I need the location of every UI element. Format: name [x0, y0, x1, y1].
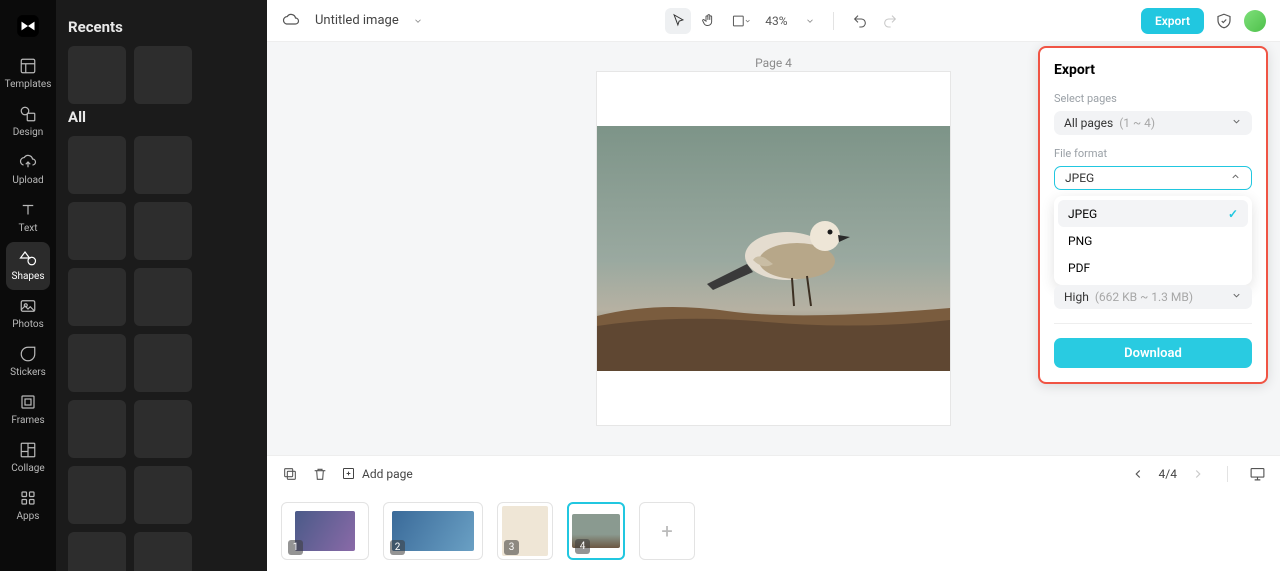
- duplicate-page-button[interactable]: [281, 465, 299, 483]
- export-title: Export: [1054, 62, 1252, 78]
- add-page-icon: [341, 466, 356, 481]
- shape-thumb[interactable]: [134, 268, 192, 326]
- format-option-pdf[interactable]: PDF: [1058, 254, 1248, 281]
- recent-thumb[interactable]: [68, 46, 126, 104]
- chevron-up-icon: [1230, 171, 1241, 185]
- page-thumb-4[interactable]: 4: [567, 502, 625, 560]
- delete-page-button[interactable]: [311, 465, 329, 483]
- cloud-sync-icon[interactable]: [281, 11, 301, 31]
- canvas-image[interactable]: [597, 126, 950, 371]
- resize-tool[interactable]: [731, 11, 751, 31]
- zoom-caret-icon[interactable]: [805, 11, 817, 30]
- rail-templates[interactable]: Templates: [6, 50, 50, 98]
- rail-collage[interactable]: Collage: [6, 434, 50, 482]
- select-tool[interactable]: [665, 8, 691, 34]
- shape-thumb[interactable]: [134, 136, 192, 194]
- user-avatar[interactable]: [1244, 10, 1266, 32]
- page-thumbnails: 1 2 3 4 +: [267, 491, 1280, 571]
- canvas[interactable]: Page 4: [267, 42, 1280, 455]
- rail-text[interactable]: Text: [6, 194, 50, 242]
- page-thumb-3[interactable]: 3: [497, 502, 553, 560]
- page-counter: 4/4: [1159, 467, 1177, 481]
- shape-thumb[interactable]: [134, 334, 192, 392]
- rail-frames[interactable]: Frames: [6, 386, 50, 434]
- add-page-button[interactable]: Add page: [341, 466, 413, 481]
- select-pages-label: Select pages: [1054, 92, 1252, 105]
- shape-thumb[interactable]: [134, 400, 192, 458]
- shape-thumb[interactable]: [68, 268, 126, 326]
- collage-icon: [18, 440, 38, 460]
- panel-all-title: All: [68, 108, 255, 126]
- nav-rail: Templates Design Upload Text Shapes Phot…: [0, 0, 56, 571]
- app-logo[interactable]: [14, 12, 42, 40]
- shape-thumb[interactable]: [68, 202, 126, 260]
- main-area: Untitled image 43% Export Page 4: [267, 0, 1280, 571]
- title-caret-icon[interactable]: [413, 11, 425, 30]
- shape-thumb[interactable]: [134, 466, 192, 524]
- shape-thumb[interactable]: [68, 334, 126, 392]
- photos-icon: [18, 296, 38, 316]
- recent-thumb[interactable]: [134, 46, 192, 104]
- apps-icon: [18, 488, 38, 508]
- shape-thumb[interactable]: [68, 532, 126, 571]
- file-format-label: File format: [1054, 147, 1252, 160]
- hand-tool[interactable]: [695, 8, 721, 34]
- frames-icon: [18, 392, 38, 412]
- chevron-down-icon: [1231, 290, 1242, 304]
- upload-icon: [18, 152, 38, 172]
- format-option-png[interactable]: PNG: [1058, 227, 1248, 254]
- export-button[interactable]: Export: [1141, 8, 1204, 34]
- panel-recents-title: Recents: [68, 18, 255, 36]
- page-label: Page 4: [755, 56, 792, 70]
- stickers-icon: [18, 344, 38, 364]
- chevron-down-icon: [1231, 116, 1242, 130]
- rail-upload[interactable]: Upload: [6, 146, 50, 194]
- shape-thumb[interactable]: [134, 202, 192, 260]
- document-title[interactable]: Untitled image: [315, 13, 399, 28]
- rail-design[interactable]: Design: [6, 98, 50, 146]
- next-page-button[interactable]: [1189, 465, 1207, 483]
- page-artboard[interactable]: [597, 72, 950, 425]
- redo-button[interactable]: [880, 11, 900, 31]
- shape-thumb[interactable]: [68, 136, 126, 194]
- rail-apps[interactable]: Apps: [6, 482, 50, 530]
- zoom-level[interactable]: 43%: [765, 14, 787, 28]
- rail-stickers[interactable]: Stickers: [6, 338, 50, 386]
- undo-button[interactable]: [850, 11, 870, 31]
- shape-thumb[interactable]: [68, 400, 126, 458]
- check-icon: ✓: [1228, 207, 1238, 221]
- shape-thumb[interactable]: [134, 532, 192, 571]
- shield-icon[interactable]: [1214, 11, 1234, 31]
- page-thumb-1[interactable]: 1: [281, 502, 369, 560]
- present-button[interactable]: [1248, 465, 1266, 483]
- rail-shapes[interactable]: Shapes: [6, 242, 50, 290]
- text-icon: [18, 200, 38, 220]
- shape-thumb[interactable]: [68, 466, 126, 524]
- file-format-options: JPEG✓ PNG PDF: [1054, 196, 1252, 285]
- templates-icon: [18, 56, 38, 76]
- page-thumb-2[interactable]: 2: [383, 502, 483, 560]
- quality-dropdown[interactable]: High (662 KB ~ 1.3 MB): [1054, 285, 1252, 309]
- format-option-jpeg[interactable]: JPEG✓: [1058, 200, 1248, 227]
- export-panel: Export Select pages All pages (1 ~ 4) Fi…: [1038, 46, 1268, 384]
- select-pages-dropdown[interactable]: All pages (1 ~ 4): [1054, 111, 1252, 135]
- shapes-panel: Recents All: [56, 0, 267, 571]
- prev-page-button[interactable]: [1129, 465, 1147, 483]
- design-icon: [18, 104, 38, 124]
- add-page-thumb[interactable]: +: [639, 502, 695, 560]
- file-format-dropdown[interactable]: JPEG: [1054, 166, 1252, 190]
- shapes-icon: [18, 248, 38, 268]
- bottom-toolbar: Add page 4/4: [267, 455, 1280, 491]
- topbar: Untitled image 43% Export: [267, 0, 1280, 42]
- rail-photos[interactable]: Photos: [6, 290, 50, 338]
- download-button[interactable]: Download: [1054, 338, 1252, 368]
